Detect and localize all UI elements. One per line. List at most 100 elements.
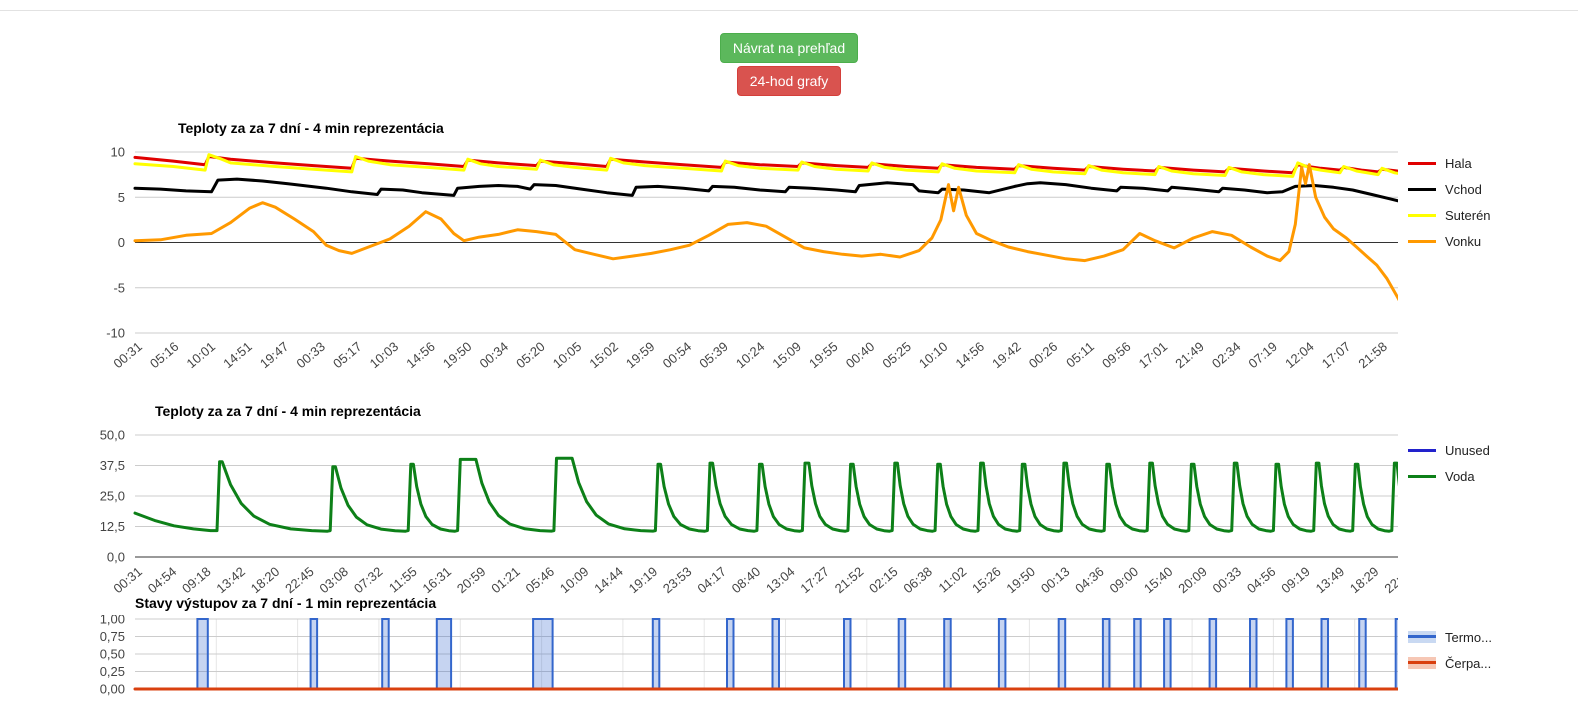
svg-text:04:56: 04:56 bbox=[1244, 564, 1279, 596]
svg-text:05:20: 05:20 bbox=[513, 339, 548, 371]
legend-label-hala: Hala bbox=[1445, 155, 1472, 171]
vonku-series-swatch bbox=[1408, 239, 1436, 243]
svg-text:10:24: 10:24 bbox=[733, 339, 768, 371]
chart-water-section: Teploty za za 7 dní - 4 min reprezentáci… bbox=[80, 403, 1578, 599]
svg-text:11:55: 11:55 bbox=[386, 564, 420, 596]
legend-item-vonku: Vonku bbox=[1408, 228, 1578, 254]
chart-water-title: Teploty za za 7 dní - 4 min reprezentáci… bbox=[155, 403, 421, 419]
svg-text:05:16: 05:16 bbox=[147, 339, 182, 371]
svg-text:10:05: 10:05 bbox=[550, 339, 585, 371]
svg-text:0,00: 0,00 bbox=[100, 682, 125, 697]
svg-text:13:42: 13:42 bbox=[213, 564, 248, 596]
chart-outputs-plot: 1,00 0,75 0,50 0,25 0,00 bbox=[100, 615, 1398, 697]
legend-label-cerpa: Čerpa... bbox=[1445, 655, 1492, 671]
svg-text:09:00: 09:00 bbox=[1107, 564, 1142, 596]
legend-label-unused: Unused bbox=[1445, 442, 1490, 458]
svg-text:25,0: 25,0 bbox=[100, 489, 125, 504]
svg-text:00:13: 00:13 bbox=[1038, 564, 1073, 596]
svg-text:0,50: 0,50 bbox=[100, 647, 125, 662]
suteren-series-swatch bbox=[1408, 213, 1436, 217]
svg-text:19:55: 19:55 bbox=[806, 339, 841, 371]
svg-text:19:42: 19:42 bbox=[989, 339, 1024, 371]
svg-text:14:51: 14:51 bbox=[220, 339, 255, 371]
top-divider bbox=[0, 10, 1578, 11]
legend-label-suteren: Suterén bbox=[1445, 207, 1491, 223]
svg-text:05:11: 05:11 bbox=[1063, 339, 1097, 371]
svg-text:10:01: 10:01 bbox=[184, 339, 219, 371]
svg-text:5: 5 bbox=[118, 190, 125, 205]
svg-text:15:40: 15:40 bbox=[1141, 564, 1176, 596]
svg-text:05:39: 05:39 bbox=[696, 339, 731, 371]
legend-item-suteren: Suterén bbox=[1408, 202, 1578, 228]
legend-item-hala: Hala bbox=[1408, 150, 1578, 176]
svg-text:09:18: 09:18 bbox=[179, 564, 214, 596]
svg-text:21:52: 21:52 bbox=[832, 564, 867, 596]
svg-text:19:50: 19:50 bbox=[1003, 564, 1038, 596]
svg-text:05:25: 05:25 bbox=[879, 339, 914, 371]
svg-text:21:49: 21:49 bbox=[1172, 339, 1207, 371]
back-to-overview-button[interactable]: Návrat na prehľad bbox=[719, 33, 859, 63]
svg-text:02:34: 02:34 bbox=[1209, 339, 1244, 371]
svg-text:19:59: 19:59 bbox=[623, 339, 658, 371]
svg-text:20:09: 20:09 bbox=[1175, 564, 1210, 596]
svg-text:20:59: 20:59 bbox=[454, 564, 489, 596]
legend-item-cerpa: Čerpa... bbox=[1408, 650, 1578, 676]
legend-item-termo: Termo... bbox=[1408, 624, 1578, 650]
svg-text:15:26: 15:26 bbox=[969, 564, 1004, 596]
svg-text:09:56: 09:56 bbox=[1099, 339, 1134, 371]
svg-text:00:26: 00:26 bbox=[1026, 339, 1061, 371]
legend-label-vonku: Vonku bbox=[1445, 233, 1482, 249]
svg-text:0: 0 bbox=[118, 235, 125, 250]
svg-text:00:40: 00:40 bbox=[843, 339, 878, 371]
svg-text:12,5: 12,5 bbox=[100, 519, 125, 534]
legend-label-vchod: Vchod bbox=[1445, 181, 1482, 197]
svg-text:22:45: 22:45 bbox=[282, 564, 317, 596]
svg-text:23:53: 23:53 bbox=[660, 564, 695, 596]
svg-text:06:38: 06:38 bbox=[900, 564, 935, 596]
chart-temperatures-section: Teploty za za 7 dní - 4 min reprezentáci… bbox=[80, 120, 1578, 389]
svg-text:07:19: 07:19 bbox=[1245, 339, 1280, 371]
svg-text:01:21: 01:21 bbox=[488, 564, 523, 596]
svg-text:10:10: 10:10 bbox=[916, 339, 951, 371]
chart-outputs-title: Stavy výstupov za 7 dní - 1 min reprezen… bbox=[135, 595, 437, 611]
svg-text:22:54: 22:54 bbox=[1381, 564, 1398, 596]
svg-text:15:02: 15:02 bbox=[586, 339, 621, 371]
svg-text:14:56: 14:56 bbox=[953, 339, 988, 371]
chart-outputs-legend: Termo... Čerpa... bbox=[1398, 615, 1578, 676]
svg-text:02:15: 02:15 bbox=[866, 564, 901, 596]
svg-text:0,25: 0,25 bbox=[100, 664, 125, 679]
svg-text:10: 10 bbox=[111, 145, 125, 160]
hala-series-swatch bbox=[1408, 161, 1436, 165]
svg-text:10:03: 10:03 bbox=[367, 339, 402, 371]
daily-graphs-button[interactable]: 24-hod grafy bbox=[736, 66, 842, 96]
svg-text:-10: -10 bbox=[106, 326, 125, 341]
chart-outputs-section: Stavy výstupov za 7 dní - 1 min reprezen… bbox=[80, 595, 1578, 703]
legend-label-voda: Voda bbox=[1445, 468, 1475, 484]
svg-text:1,00: 1,00 bbox=[100, 615, 125, 627]
svg-text:0,75: 0,75 bbox=[100, 629, 125, 644]
voda-series-swatch bbox=[1408, 474, 1436, 478]
svg-text:04:36: 04:36 bbox=[1072, 564, 1107, 596]
svg-text:17:01: 17:01 bbox=[1136, 339, 1171, 371]
chart-temperatures-legend: Hala Vchod Suterén Vonku bbox=[1398, 144, 1578, 254]
svg-text:21:58: 21:58 bbox=[1355, 339, 1390, 371]
cerpa-series-swatch bbox=[1408, 657, 1436, 669]
svg-text:00:31: 00:31 bbox=[110, 564, 145, 596]
legend-label-termo: Termo... bbox=[1445, 629, 1492, 645]
svg-text:19:50: 19:50 bbox=[440, 339, 475, 371]
svg-text:00:54: 00:54 bbox=[660, 339, 695, 371]
svg-text:37,5: 37,5 bbox=[100, 458, 125, 473]
svg-text:18:29: 18:29 bbox=[1347, 564, 1382, 596]
svg-text:19:19: 19:19 bbox=[626, 564, 661, 596]
svg-text:00:31: 00:31 bbox=[110, 339, 145, 371]
svg-text:15:09: 15:09 bbox=[769, 339, 804, 371]
svg-text:0,0: 0,0 bbox=[107, 550, 125, 565]
svg-text:00:33: 00:33 bbox=[1210, 564, 1245, 596]
svg-text:16:31: 16:31 bbox=[420, 564, 455, 596]
chart-water-legend: Unused Voda bbox=[1398, 427, 1578, 489]
svg-text:10:09: 10:09 bbox=[557, 564, 592, 596]
svg-text:12:04: 12:04 bbox=[1282, 339, 1317, 371]
svg-text:03:08: 03:08 bbox=[316, 564, 351, 596]
legend-item-voda: Voda bbox=[1408, 463, 1578, 489]
unused-series-swatch bbox=[1408, 448, 1436, 452]
